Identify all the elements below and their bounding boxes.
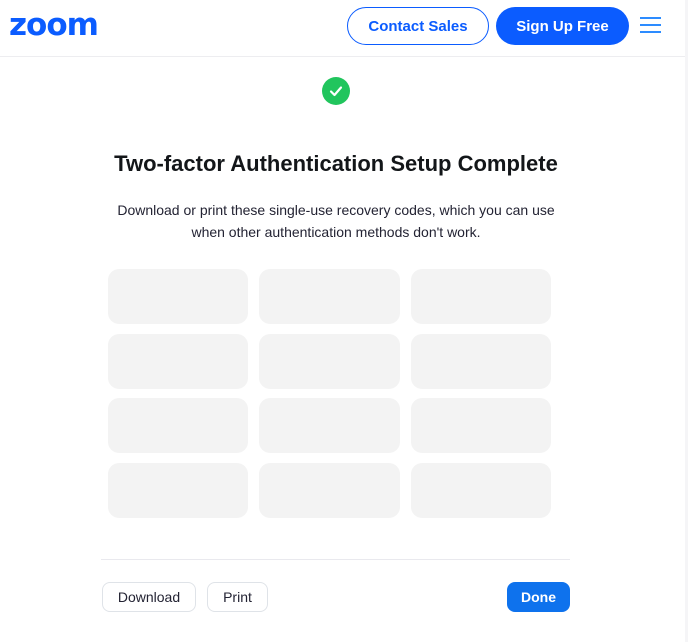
recovery-code-tile bbox=[259, 462, 400, 518]
recovery-code-tile bbox=[411, 462, 551, 518]
page-title: Two-factor Authentication Setup Complete bbox=[114, 151, 558, 176]
checkmark-icon bbox=[329, 86, 343, 97]
contact-sales-button[interactable]: Contact Sales bbox=[347, 7, 489, 45]
recovery-code-tile bbox=[259, 333, 400, 389]
recovery-code-tile bbox=[108, 269, 248, 324]
print-button[interactable]: Print bbox=[207, 582, 268, 612]
hamburger-menu-icon[interactable] bbox=[640, 14, 664, 36]
recovery-code-tile bbox=[259, 269, 400, 324]
sign-up-free-button[interactable]: Sign Up Free bbox=[496, 7, 629, 45]
zoom-logo[interactable]: zoom bbox=[9, 9, 99, 41]
top-nav-bar: zoom Contact Sales Sign Up Free bbox=[0, 0, 685, 57]
recovery-code-tile bbox=[108, 398, 248, 453]
footer-divider bbox=[101, 559, 570, 560]
recovery-code-tile bbox=[108, 333, 248, 389]
recovery-code-tile bbox=[411, 269, 551, 324]
page-description: Download or print these single-use recov… bbox=[117, 202, 555, 240]
menu-line bbox=[640, 17, 661, 19]
recovery-codes-grid bbox=[108, 269, 551, 518]
recovery-code-tile bbox=[411, 333, 551, 389]
done-button[interactable]: Done bbox=[507, 582, 570, 612]
recovery-code-tile bbox=[259, 398, 400, 453]
menu-line bbox=[640, 31, 661, 33]
menu-line bbox=[640, 24, 661, 26]
recovery-code-tile bbox=[411, 398, 551, 453]
download-button[interactable]: Download bbox=[102, 582, 196, 612]
recovery-code-tile bbox=[108, 462, 248, 518]
check-circle-icon bbox=[322, 77, 350, 105]
